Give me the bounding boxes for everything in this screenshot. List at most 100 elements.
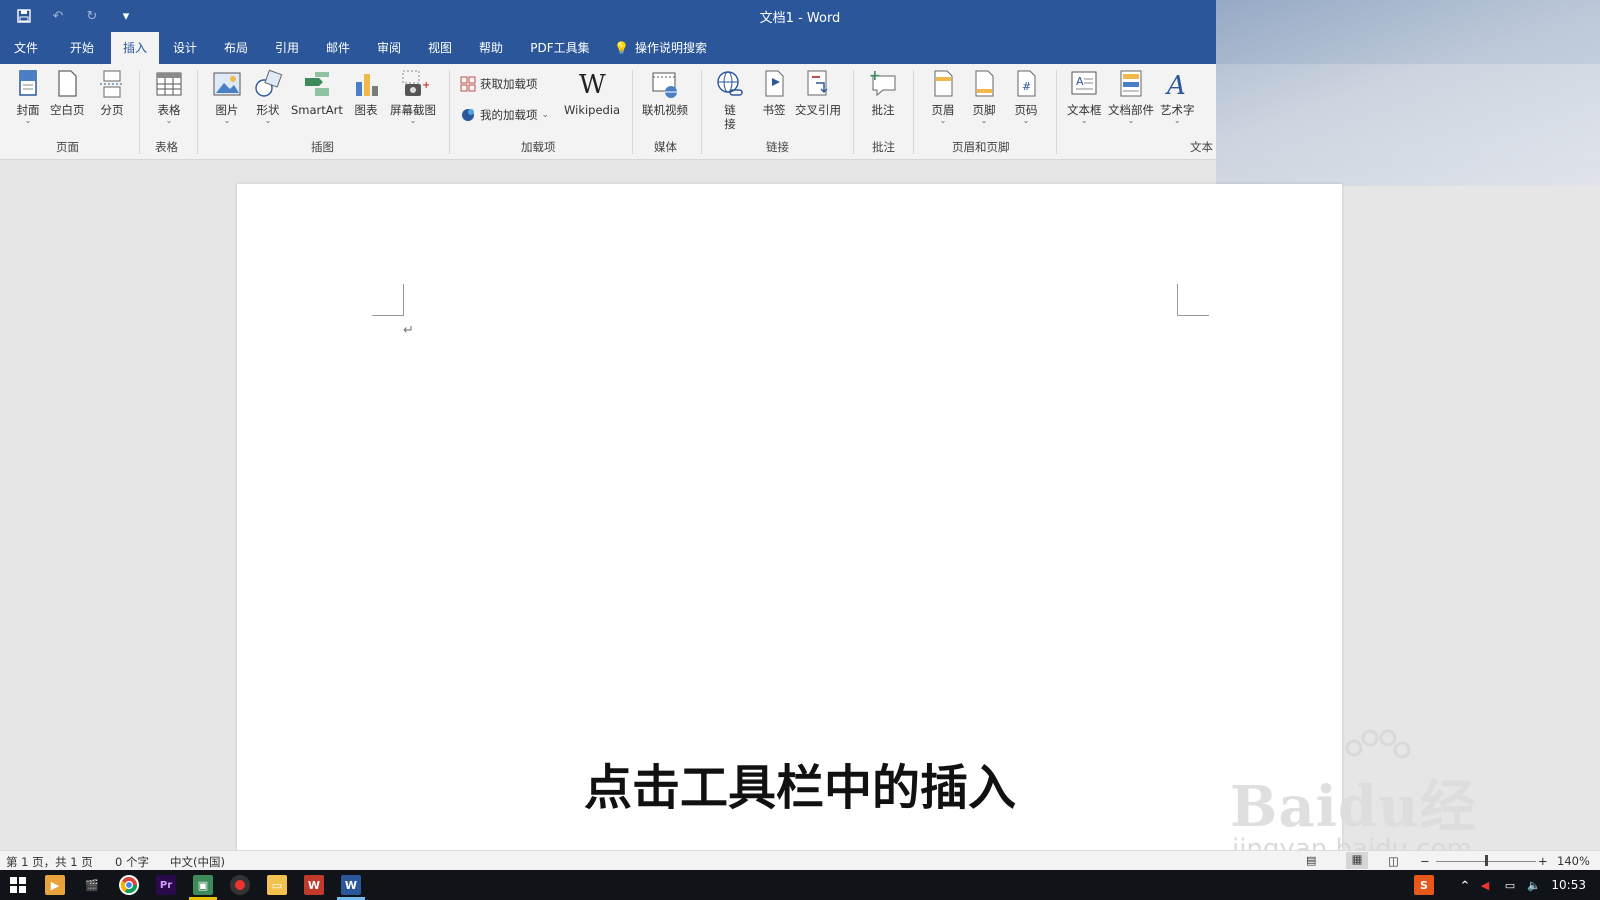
bookmark-button[interactable]: 书签	[758, 68, 790, 117]
taskbar-clock[interactable]: 10:53	[1551, 878, 1586, 892]
group-label-illustrations: 插图	[311, 140, 334, 154]
smartart-button[interactable]: SmartArt	[291, 68, 343, 117]
tab-references[interactable]: 引用	[267, 32, 307, 64]
web-layout-icon[interactable]: ◫	[1388, 854, 1399, 868]
status-bar: 第 1 页，共 1 页 0 个字 中文(中国) ▤ ▦ ◫ − + 140%	[0, 850, 1600, 870]
tell-me-label: 操作说明搜索	[634, 41, 707, 55]
cross-reference-button[interactable]: 交叉引用	[795, 68, 841, 117]
new-comment-button[interactable]: + 批注	[867, 68, 899, 117]
record-icon[interactable]	[230, 875, 250, 895]
footer-button[interactable]: 页脚 ⌄	[968, 68, 1000, 125]
group-separator	[701, 70, 702, 154]
group-separator	[853, 70, 854, 154]
tab-help[interactable]: 帮助	[471, 32, 511, 64]
page-number-icon: #	[1017, 70, 1036, 97]
group-separator	[913, 70, 914, 154]
link-globe-icon	[717, 71, 743, 96]
paragraph-mark: ↵	[403, 323, 414, 338]
page-count[interactable]: 第 1 页，共 1 页	[6, 854, 93, 870]
tab-view[interactable]: 视图	[420, 32, 460, 64]
group-label-tables: 表格	[155, 140, 178, 154]
green-app-icon[interactable]: ▣	[193, 875, 213, 895]
shapes-button[interactable]: 形状 ⌄	[252, 68, 284, 125]
svg-text:A: A	[1076, 75, 1084, 88]
group-label-media: 媒体	[654, 140, 677, 154]
chart-icon	[356, 74, 378, 96]
tab-layout[interactable]: 布局	[216, 32, 256, 64]
cover-page-button[interactable]: 封面 ⌄	[12, 68, 44, 125]
svg-text:+: +	[422, 80, 429, 91]
tab-mailings[interactable]: 邮件	[318, 32, 358, 64]
group-separator	[1056, 70, 1057, 154]
group-label-addins: 加载项	[521, 140, 556, 154]
link-button[interactable]: 链 接	[714, 68, 746, 131]
margin-corner-marker	[372, 284, 404, 316]
screenshot-button[interactable]: + 屏幕截图 ⌄	[390, 68, 436, 125]
language-indicator[interactable]: 中文(中国)	[170, 854, 225, 870]
tab-file[interactable]: 文件	[6, 32, 46, 64]
screenshot-icon: +	[402, 70, 429, 96]
svg-text:W: W	[579, 70, 606, 100]
zoom-level[interactable]: 140%	[1557, 854, 1590, 868]
tab-pdf-tools[interactable]: PDF工具集	[524, 32, 596, 64]
blank-page-icon	[58, 70, 77, 97]
page-number-button[interactable]: # 页码 ⌄	[1010, 68, 1042, 125]
blank-page-button[interactable]: 空白页	[50, 68, 85, 117]
zoom-slider-thumb[interactable]	[1485, 855, 1488, 866]
picture-icon	[213, 72, 241, 96]
baidu-watermark: Baidu经验 jingyan.baidu.com	[1224, 726, 1524, 900]
group-label-pages: 页面	[56, 140, 79, 154]
get-addins-button[interactable]: 获取加载项	[460, 76, 538, 92]
word-taskbar-icon[interactable]: W	[341, 875, 361, 895]
wps-icon[interactable]: W	[304, 875, 324, 895]
windows-taskbar: ▶ 🎬 Pr ▣ ▭ W W S ^ ◀ ▭ 🔈 10:53	[0, 870, 1600, 900]
zoom-out-icon[interactable]: −	[1420, 854, 1430, 868]
file-explorer-icon[interactable]: ▭	[267, 875, 287, 895]
svg-text:A: A	[1165, 71, 1186, 100]
lightbulb-icon: 💡	[614, 41, 629, 55]
word-count[interactable]: 0 个字	[115, 854, 149, 870]
print-layout-icon[interactable]: ▦	[1346, 852, 1368, 869]
header-button[interactable]: 页眉 ⌄	[927, 68, 959, 125]
sogou-ime-icon[interactable]: S	[1414, 875, 1434, 895]
wikipedia-button[interactable]: W Wikipedia	[564, 68, 620, 117]
show-hidden-icons-icon[interactable]: ^	[1455, 875, 1475, 895]
zoom-in-icon[interactable]: +	[1538, 854, 1548, 868]
tab-review[interactable]: 审阅	[369, 32, 409, 64]
read-mode-icon[interactable]: ▤	[1306, 854, 1316, 867]
group-separator	[449, 70, 450, 154]
tab-home[interactable]: 开始	[62, 32, 102, 64]
quick-parts-icon	[1120, 70, 1142, 97]
blurred-overlay	[1216, 0, 1600, 186]
wordart-button[interactable]: A 艺术字 ⌄	[1160, 68, 1195, 125]
flag-icon[interactable]: ◀	[1475, 875, 1495, 895]
page-break-button[interactable]: 分页	[96, 68, 128, 117]
wikipedia-icon: W	[579, 70, 606, 100]
online-video-icon	[652, 72, 677, 98]
tell-me-search[interactable]: 💡 操作说明搜索	[614, 32, 707, 64]
media-player-icon[interactable]: ▶	[45, 875, 65, 895]
comment-add-icon: +	[869, 68, 896, 97]
group-separator	[139, 70, 140, 154]
volume-icon[interactable]: 🔈	[1524, 875, 1544, 895]
network-icon[interactable]: ▭	[1500, 875, 1520, 895]
table-button[interactable]: 表格 ⌄	[153, 68, 185, 125]
premiere-icon[interactable]: Pr	[156, 875, 176, 895]
cross-reference-icon	[807, 70, 828, 96]
film-app-icon[interactable]: 🎬	[82, 875, 102, 895]
windows-start-icon[interactable]	[8, 875, 28, 895]
tab-insert[interactable]: 插入	[111, 32, 159, 64]
tab-design[interactable]: 设计	[165, 32, 205, 64]
chart-button[interactable]: 图表	[350, 68, 382, 117]
cover-page-icon	[19, 70, 37, 96]
addin-puzzle-icon	[462, 109, 474, 121]
quick-parts-button[interactable]: 文档部件 ⌄	[1108, 68, 1154, 125]
picture-button[interactable]: 图片 ⌄	[211, 68, 243, 125]
margin-corner-marker	[1177, 284, 1209, 316]
group-label-links: 链接	[766, 140, 789, 154]
online-video-button[interactable]: 联机视频	[642, 68, 688, 117]
my-addins-button[interactable]: 我的加载项 ⌄	[460, 107, 549, 123]
text-box-button[interactable]: A 文本框 ⌄	[1067, 68, 1102, 125]
group-label-comments: 批注	[872, 140, 895, 154]
chrome-icon[interactable]	[119, 875, 139, 895]
